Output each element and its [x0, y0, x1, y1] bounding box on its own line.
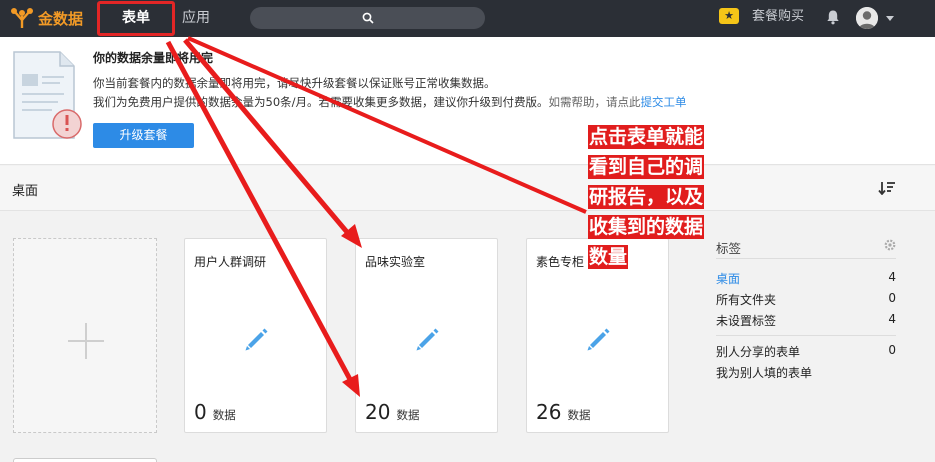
notice-text-line-2: 我们为免费用户提供的数据余量为50条/月。若需要收集更多数据，建议你升级到付费版… — [93, 94, 687, 110]
top-navigation-bar: 金数据 表单 应用 ★ 套餐购买 — [0, 0, 935, 37]
tag-item-desk[interactable]: 桌面 4 — [716, 270, 896, 286]
logo-icon — [11, 8, 33, 28]
data-count-unit: 数据 — [567, 408, 591, 422]
submit-ticket-link[interactable]: 提交工单 — [641, 95, 687, 109]
tag-item-count: 0 — [888, 291, 896, 305]
tag-item-label: 别人分享的表单 — [716, 345, 801, 359]
divider — [716, 258, 896, 259]
tag-item-label: 未设置标签 — [716, 314, 777, 328]
logo[interactable]: 金数据 — [10, 6, 83, 30]
annotation-callout: 点击表单就能 看到自己的调 研报告，以及 收集到的数据 数量 — [588, 122, 738, 272]
tag-item-shared-with-me[interactable]: 别人分享的表单 0 — [716, 343, 896, 359]
bell-icon[interactable] — [825, 9, 841, 25]
pencil-icon[interactable] — [242, 325, 270, 353]
search-icon — [362, 12, 374, 24]
next-card-edge — [13, 458, 157, 462]
add-form-card[interactable] — [13, 238, 157, 433]
data-count-unit: 数据 — [212, 408, 236, 422]
data-count-unit: 数据 — [396, 408, 420, 422]
annotation-line: 收集到的数据 — [588, 215, 705, 239]
tag-item-count: 4 — [888, 270, 896, 284]
pencil-icon[interactable] — [584, 325, 612, 353]
data-count-value: 26 — [536, 400, 562, 424]
notice-text-main: 我们为免费用户提供的数据余量为50条/月。若需要收集更多数据，建议你升级到付费版… — [93, 95, 549, 109]
logo-text: 金数据 — [38, 9, 84, 28]
tag-item-label: 所有文件夹 — [716, 293, 777, 307]
pencil-icon[interactable] — [413, 325, 441, 353]
annotation-line: 点击表单就能 — [588, 125, 705, 149]
data-count-value: 0 — [194, 400, 207, 424]
quota-notice-banner: 你的数据余量即将用完 你当前套餐内的数据余量即将用完，请尽快升级套餐以保证账号正… — [0, 37, 935, 165]
annotation-line: 数量 — [588, 245, 629, 269]
annotation-line: 看到自己的调 — [588, 155, 705, 179]
form-card[interactable]: 用户人群调研 0 数据 — [184, 238, 327, 433]
upgrade-plan-button[interactable]: 升级套餐 — [93, 123, 194, 148]
form-data-count: 20 数据 — [365, 400, 419, 424]
tag-item-count: 0 — [888, 343, 896, 357]
notice-text-line-1: 你当前套餐内的数据余量即将用完，请尽快升级套餐以保证账号正常收集数据。 — [93, 76, 496, 90]
help-text: 如需帮助，请点此 — [548, 95, 641, 109]
form-card[interactable]: 品味实验室 20 数据 — [355, 238, 498, 433]
sort-icon[interactable] — [878, 181, 896, 195]
nav-tab-forms[interactable]: 表单 — [97, 1, 175, 36]
avatar[interactable] — [856, 7, 878, 29]
plan-purchase-link[interactable]: 套餐购买 — [752, 0, 804, 37]
form-card-title: 用户人群调研 — [194, 255, 267, 269]
form-data-count: 26 数据 — [536, 400, 590, 424]
form-data-count: 0 数据 — [194, 400, 236, 424]
page-title: 桌面 — [12, 184, 39, 199]
tag-item-filled-for-others[interactable]: 我为别人填的表单 — [716, 364, 896, 380]
gear-icon[interactable] — [884, 239, 896, 251]
data-count-value: 20 — [365, 400, 391, 424]
tag-item-untagged[interactable]: 未设置标签 4 — [716, 312, 896, 328]
form-card-title: 素色专柜 — [536, 255, 585, 269]
document-warning-illustration — [13, 51, 82, 139]
star-badge-icon[interactable]: ★ — [719, 8, 739, 24]
chevron-down-icon[interactable] — [886, 16, 894, 21]
divider — [716, 335, 896, 336]
form-card-title: 品味实验室 — [365, 255, 426, 269]
desk-header: 桌面 — [0, 166, 935, 211]
tag-item-label: 我为别人填的表单 — [716, 366, 813, 380]
nav-tab-apps[interactable]: 应用 — [182, 0, 222, 37]
plus-icon-vertical — [85, 323, 87, 359]
tag-item-all-folders[interactable]: 所有文件夹 0 — [716, 291, 896, 307]
tag-item-label: 桌面 — [716, 272, 741, 286]
user-avatar-icon — [856, 7, 878, 29]
notice-title: 你的数据余量即将用完 — [93, 51, 214, 65]
annotation-line: 研报告，以及 — [588, 185, 705, 209]
search-input[interactable] — [250, 7, 485, 29]
tag-item-count: 4 — [888, 312, 896, 326]
